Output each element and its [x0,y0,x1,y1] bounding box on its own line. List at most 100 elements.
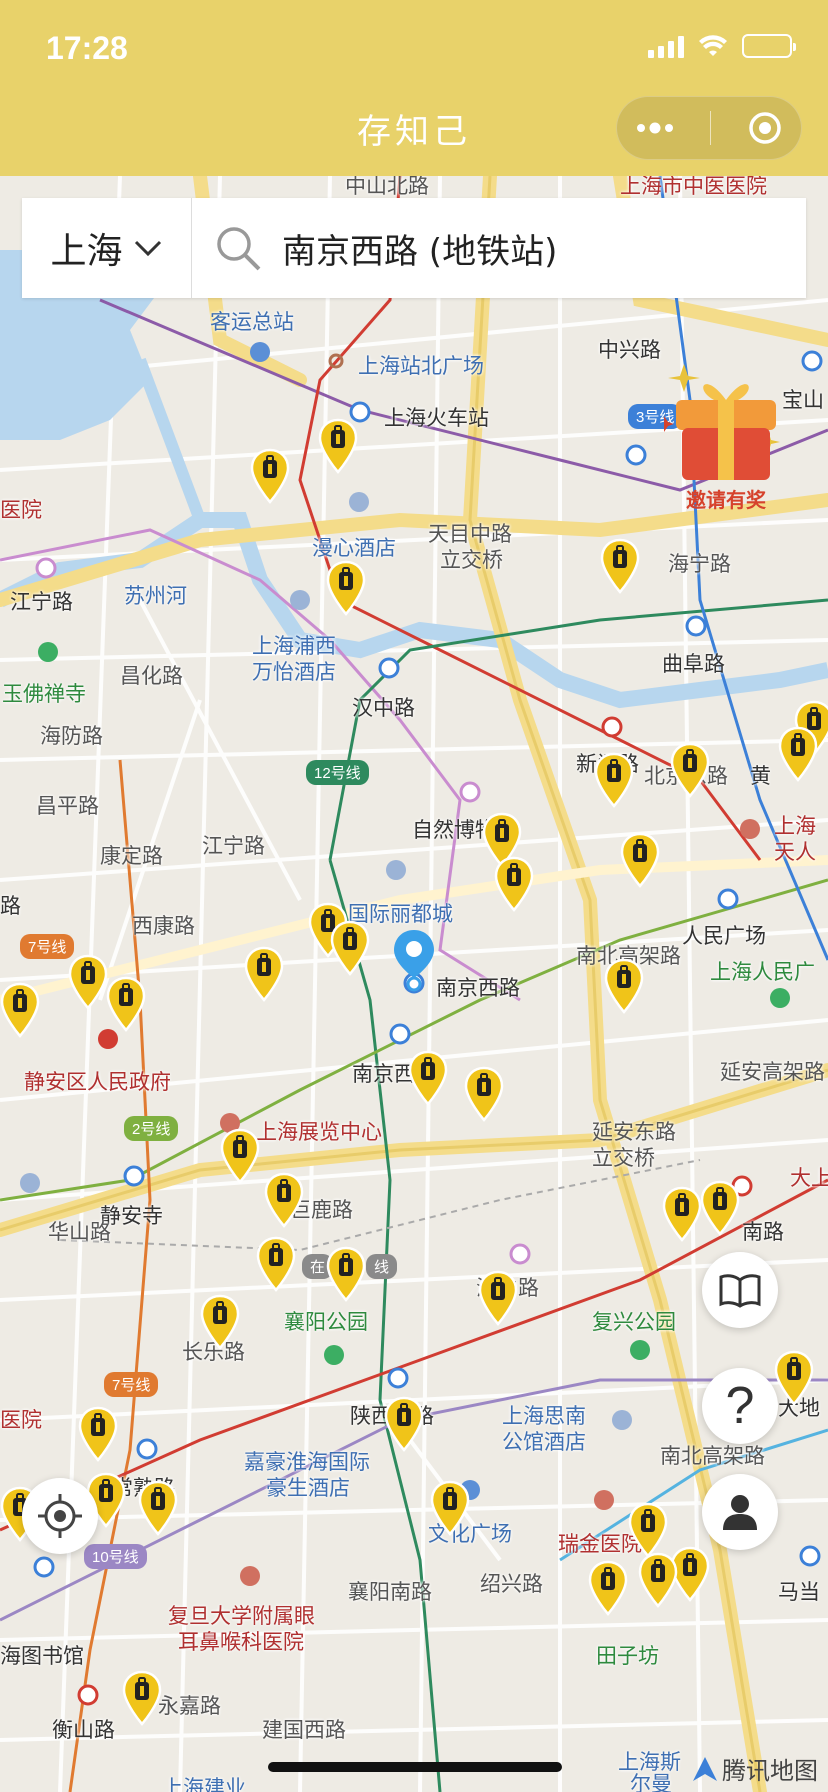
luggage-icon [464,1066,504,1122]
invite-reward-button[interactable]: 邀请有奖 [664,360,788,512]
tencent-map-logo-icon [693,1756,717,1781]
storage-locker-pin[interactable] [594,752,634,808]
chevron-down-icon [134,240,161,257]
storage-locker-pin[interactable] [670,742,710,798]
map-label: 马当 [778,1580,820,1604]
locate-me-button[interactable] [22,1478,98,1554]
storage-locker-pin[interactable] [628,1502,668,1558]
close-mini-program-icon[interactable] [747,110,783,146]
luggage-icon [326,1246,366,1302]
search-input[interactable]: 南京西路 (地铁站) [192,224,557,273]
map-label: 田子坊 [596,1644,659,1668]
storage-locker-pin[interactable] [778,726,818,782]
luggage-icon [700,1180,740,1236]
storage-locker-pin[interactable] [384,1396,424,1452]
storage-locker-pin[interactable] [600,538,640,594]
storage-locker-pin[interactable] [700,1180,740,1236]
book-icon [719,1274,761,1308]
more-icon[interactable] [635,122,675,134]
home-indicator [268,1762,562,1772]
map-label: 康定路 [100,844,163,868]
map-label: 医院 [0,498,42,522]
map-label: 上海展览中心 [256,1120,382,1144]
luggage-icon [670,742,710,798]
storage-locker-pin[interactable] [774,1350,814,1406]
map-label: 海防路 [40,724,103,748]
luggage-icon [778,726,818,782]
storage-locker-pin[interactable] [604,958,644,1014]
luggage-icon [78,1406,118,1462]
profile-button[interactable] [702,1474,778,1550]
luggage-icon [628,1502,668,1558]
search-query-text: 南京西路 (地铁站) [282,231,558,272]
search-icon [217,227,261,271]
storage-locker-pin[interactable] [78,1406,118,1462]
storage-locker-pin[interactable] [326,1246,366,1302]
metro-line-badge: 线 [366,1254,398,1279]
map-label: 上海站北广场 [358,354,484,378]
map-label: 绍兴路 [480,1572,543,1596]
storage-locker-pin[interactable] [244,946,284,1002]
map-label: 南北高架路 [660,1444,765,1468]
help-button[interactable]: ? [702,1368,778,1444]
storage-locker-pin[interactable] [256,1236,296,1292]
storage-locker-pin[interactable] [0,982,40,1038]
gift-icon [664,364,780,480]
storage-locker-pin[interactable] [494,856,534,912]
luggage-icon [330,920,370,976]
map-label: 西康路 [132,914,195,938]
map-label: 永嘉路 [158,1694,221,1718]
luggage-icon [250,448,290,504]
storage-locker-pin[interactable] [464,1066,504,1122]
map-label: 延安高架路 [720,1060,825,1084]
map-label: 苏州河 [124,584,187,608]
map-label: 衡山路 [52,1718,115,1742]
invite-reward-label: 邀请有奖 [686,488,766,512]
luggage-icon [638,1552,678,1608]
luggage-icon [122,1670,162,1726]
map-label: 华山路 [48,1220,111,1244]
city-selector[interactable]: 上海 [22,198,192,298]
metro-line-badge: 2号线 [124,1116,179,1141]
storage-locker-pin[interactable] [68,954,108,1010]
storage-locker-pin[interactable] [330,920,370,976]
storage-locker-pin[interactable] [250,448,290,504]
storage-locker-pin[interactable] [326,560,366,616]
storage-locker-pin[interactable] [588,1560,628,1616]
cellular-signal-icon [648,34,684,58]
map-label: 襄阳南路 [348,1580,432,1604]
crosshair-icon [38,1494,82,1538]
storage-locker-pin[interactable] [430,1480,470,1536]
storage-locker-pin[interactable] [662,1186,702,1242]
map-label: 天人 [774,840,816,864]
metro-line-badge: 7号线 [20,934,75,959]
map-label: 海宁路 [668,552,731,576]
luggage-icon [264,1172,304,1228]
guide-button[interactable] [702,1252,778,1328]
storage-locker-pin[interactable] [318,418,358,474]
luggage-icon [604,958,644,1014]
map-label: 大上 [790,1166,828,1190]
map-label: 立交桥 [440,548,503,572]
luggage-icon [106,976,146,1032]
map-label: 昌化路 [120,664,183,688]
luggage-icon [774,1350,814,1406]
storage-locker-pin[interactable] [264,1172,304,1228]
luggage-icon [0,982,40,1038]
storage-locker-pin[interactable] [220,1128,260,1184]
storage-locker-pin[interactable] [478,1270,518,1326]
map-label: 路 [0,894,21,918]
luggage-icon [318,418,358,474]
storage-locker-pin[interactable] [620,832,660,888]
luggage-icon [220,1128,260,1184]
storage-locker-pin[interactable] [408,1050,448,1106]
map-label: 立交桥 [592,1146,655,1170]
watermark-text: 腾讯地图 [722,1757,818,1785]
luggage-icon [256,1236,296,1292]
storage-locker-pin[interactable] [122,1670,162,1726]
storage-locker-pin[interactable] [638,1552,678,1608]
storage-locker-pin[interactable] [138,1480,178,1536]
storage-locker-pin[interactable] [200,1294,240,1350]
status-icons [648,34,796,58]
storage-locker-pin[interactable] [106,976,146,1032]
